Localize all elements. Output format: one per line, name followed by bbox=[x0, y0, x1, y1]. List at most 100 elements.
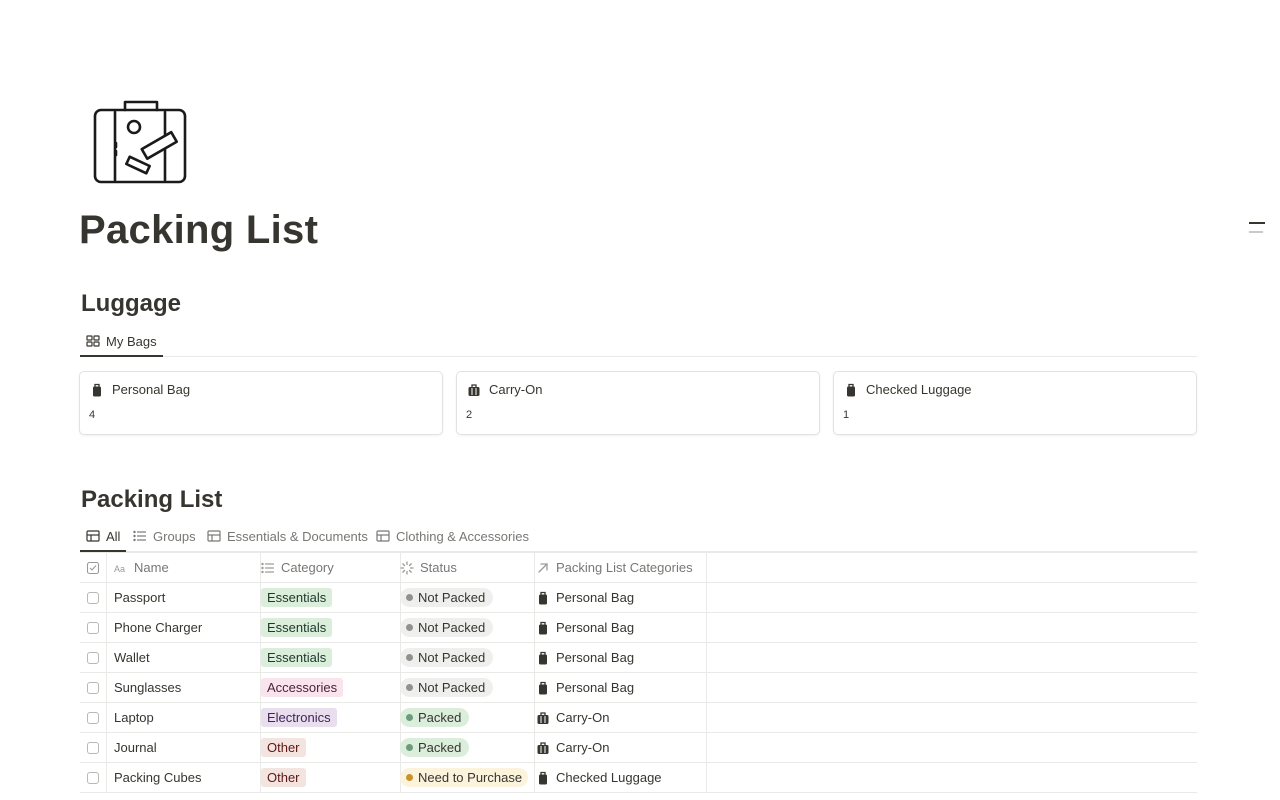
category-cell[interactable]: Essentials bbox=[254, 583, 401, 612]
table-row[interactable]: Passport Essentials Not Packed Personal Bag bbox=[80, 583, 1197, 613]
table-row[interactable]: Phone Charger Essentials Not Packed Persona… bbox=[80, 613, 1197, 643]
relation-label: Checked Luggage bbox=[556, 770, 662, 785]
category-tag: Essentials bbox=[261, 648, 333, 667]
tab-all[interactable]: All bbox=[80, 521, 127, 552]
relation-link[interactable]: Personal Bag bbox=[536, 620, 634, 635]
row-checkbox[interactable] bbox=[87, 711, 99, 724]
packing-category-cell[interactable]: Personal Bag bbox=[529, 583, 707, 612]
packing-category-cell[interactable]: Carry-On bbox=[529, 703, 707, 732]
relation-link[interactable]: Personal Bag bbox=[536, 590, 634, 605]
column-header-status[interactable]: Status bbox=[394, 553, 535, 582]
row-checkbox-cell[interactable] bbox=[80, 643, 107, 672]
outline-toggle-icon[interactable] bbox=[1249, 222, 1265, 242]
packing-category-cell[interactable]: Personal Bag bbox=[529, 643, 707, 672]
packing-category-cell[interactable]: Personal Bag bbox=[529, 613, 707, 642]
table-row[interactable]: Sunglasses Accessories Not Packed Personal … bbox=[80, 673, 1197, 703]
packing-category-cell[interactable]: Personal Bag bbox=[529, 673, 707, 702]
category-cell[interactable]: Other bbox=[254, 763, 401, 792]
status-cell[interactable]: Not Packed bbox=[394, 643, 535, 672]
item-name[interactable]: Phone Charger bbox=[114, 620, 202, 635]
luggage-card-checked-luggage[interactable]: Checked Luggage 1 bbox=[833, 371, 1197, 435]
column-header-packing-list-categories[interactable]: Packing List Categories bbox=[529, 553, 707, 582]
row-checkbox[interactable] bbox=[87, 681, 99, 694]
item-name[interactable]: Laptop bbox=[114, 710, 154, 725]
tab-my-bags[interactable]: My Bags bbox=[80, 326, 163, 357]
tab-clothing-accessories[interactable]: Clothing & Accessories bbox=[370, 521, 535, 551]
name-cell[interactable]: Packing Cubes bbox=[107, 763, 261, 792]
packing-category-cell[interactable]: Checked Luggage bbox=[529, 763, 707, 792]
status-cell[interactable]: Need to Purchase bbox=[394, 763, 535, 792]
relation-link[interactable]: Personal Bag bbox=[536, 680, 634, 695]
name-cell[interactable]: Passport bbox=[107, 583, 261, 612]
row-checkbox[interactable] bbox=[87, 591, 99, 604]
status-cell[interactable]: Not Packed bbox=[394, 613, 535, 642]
gallery-icon bbox=[86, 335, 100, 347]
relation-link[interactable]: Carry-On bbox=[536, 710, 609, 725]
row-checkbox-cell[interactable] bbox=[80, 703, 107, 732]
category-cell[interactable]: Essentials bbox=[254, 613, 401, 642]
tab-label: Groups bbox=[153, 528, 196, 544]
category-cell[interactable]: Essentials bbox=[254, 643, 401, 672]
row-checkbox-cell[interactable] bbox=[80, 673, 107, 702]
relation-link[interactable]: Personal Bag bbox=[536, 650, 634, 665]
relation-link[interactable]: Carry-On bbox=[536, 740, 609, 755]
row-checkbox[interactable] bbox=[87, 621, 99, 634]
status-cell[interactable]: Packed bbox=[394, 733, 535, 762]
column-header-category[interactable]: Category bbox=[254, 553, 401, 582]
table-icon bbox=[376, 530, 390, 542]
row-checkbox-cell[interactable] bbox=[80, 613, 107, 642]
column-header-name[interactable]: Aa Name bbox=[107, 553, 261, 582]
category-cell[interactable]: Electronics bbox=[254, 703, 401, 732]
item-name[interactable]: Wallet bbox=[114, 650, 150, 665]
bag-icon bbox=[539, 651, 547, 664]
status-cell[interactable]: Not Packed bbox=[394, 673, 535, 702]
row-checkbox-cell[interactable] bbox=[80, 583, 107, 612]
item-name[interactable]: Passport bbox=[114, 590, 165, 605]
tab-groups[interactable]: Groups bbox=[127, 521, 202, 551]
name-cell[interactable]: Laptop bbox=[107, 703, 261, 732]
relation-label: Carry-On bbox=[556, 710, 610, 725]
name-cell[interactable]: Phone Charger bbox=[107, 613, 261, 642]
bag-icon bbox=[539, 771, 547, 784]
category-cell[interactable]: Accessories bbox=[254, 673, 401, 702]
select-all-cell[interactable] bbox=[80, 553, 107, 582]
table-row[interactable]: Wallet Essentials Not Packed Personal Bag bbox=[80, 643, 1197, 673]
bag-icon bbox=[93, 383, 101, 396]
luggage-card-personal-bag[interactable]: Personal Bag 4 bbox=[79, 371, 443, 435]
status-badge: Not Packed bbox=[400, 678, 494, 697]
row-checkbox[interactable] bbox=[87, 741, 99, 754]
card-title: Carry-On bbox=[489, 382, 543, 397]
packing-category-cell[interactable]: Carry-On bbox=[529, 733, 707, 762]
status-cell[interactable]: Not Packed bbox=[394, 583, 535, 612]
status-label: Packed bbox=[418, 710, 462, 725]
suitcase-icon bbox=[537, 711, 549, 724]
luggage-card-carry-on[interactable]: Carry-On 2 bbox=[456, 371, 820, 435]
item-name[interactable]: Sunglasses bbox=[114, 680, 181, 695]
column-header-label: Packing List Categories bbox=[556, 560, 693, 575]
table-row[interactable]: Packing Cubes Other Need to Purchase Checke… bbox=[80, 763, 1197, 793]
row-checkbox[interactable] bbox=[87, 651, 99, 664]
status-badge: Not Packed bbox=[400, 648, 494, 667]
row-checkbox-cell[interactable] bbox=[80, 763, 107, 792]
name-cell[interactable]: Sunglasses bbox=[107, 673, 261, 702]
item-name[interactable]: Packing Cubes bbox=[114, 770, 201, 785]
row-checkbox-cell[interactable] bbox=[80, 733, 107, 762]
status-dot bbox=[406, 714, 413, 721]
suitcase-page-icon[interactable] bbox=[85, 88, 195, 198]
bag-icon bbox=[539, 681, 547, 694]
status-label: Not Packed bbox=[418, 620, 486, 635]
name-cell[interactable]: Wallet bbox=[107, 643, 261, 672]
category-cell[interactable]: Other bbox=[254, 733, 401, 762]
table-body: Passport Essentials Not Packed Personal Bag… bbox=[80, 583, 1197, 793]
category-tag: Essentials bbox=[261, 588, 333, 607]
item-name[interactable]: Journal bbox=[114, 740, 157, 755]
name-cell[interactable]: Journal bbox=[107, 733, 261, 762]
status-cell[interactable]: Packed bbox=[394, 703, 535, 732]
tab-essentials-documents[interactable]: Essentials & Documents bbox=[201, 521, 374, 551]
relation-link[interactable]: Checked Luggage bbox=[536, 770, 662, 785]
table-row[interactable]: Journal Other Packed Carry-On bbox=[80, 733, 1197, 763]
status-label: Need to Purchase bbox=[418, 770, 523, 785]
row-checkbox[interactable] bbox=[87, 771, 99, 784]
table-row[interactable]: Laptop Electronics Packed Carry-On bbox=[80, 703, 1197, 733]
status-label: Packed bbox=[418, 740, 462, 755]
